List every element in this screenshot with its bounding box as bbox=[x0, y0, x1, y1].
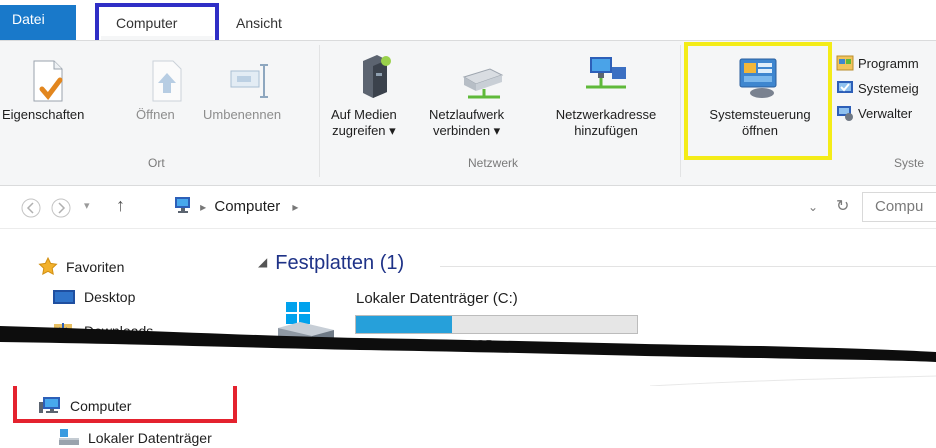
address-bar[interactable]: ▸ Computer ▸ bbox=[172, 195, 822, 221]
nav-item-desktop[interactable]: Desktop bbox=[52, 289, 135, 305]
properties-button[interactable]: Eigenschaften bbox=[2, 107, 84, 123]
computer-icon bbox=[175, 197, 190, 213]
forward-button[interactable] bbox=[50, 197, 72, 223]
map-drive-label-line2: verbinden ▾ bbox=[432, 123, 501, 138]
properties-label: Eigenschaften bbox=[2, 107, 85, 122]
forward-arrow-icon bbox=[51, 198, 71, 218]
refresh-icon[interactable]: ↻ bbox=[836, 195, 849, 219]
group-label-system: Syste bbox=[894, 156, 925, 170]
group-label-netzwerk: Netzwerk bbox=[468, 156, 519, 170]
tab-datei[interactable]: Datei bbox=[0, 4, 76, 40]
hard-drive-icon bbox=[59, 429, 79, 445]
map-network-drive-button[interactable]: Netzlaufwerk verbinden ▾ bbox=[429, 107, 504, 139]
tab-ansicht[interactable]: Ansicht bbox=[236, 10, 282, 36]
rename-icon bbox=[228, 61, 274, 105]
programs-label: Programm bbox=[858, 56, 919, 71]
add-location-label-line1: Netzwerkadresse bbox=[555, 107, 657, 122]
navigation-bar: ▾ ↑ ▸ Computer ▸ ⌄ ↻ Compu bbox=[0, 187, 936, 229]
breadcrumb-separator-icon: ▸ bbox=[200, 200, 207, 214]
desktop-icon bbox=[53, 290, 75, 304]
add-location-label-line2: hinzufügen bbox=[574, 123, 638, 138]
collapse-arrow-icon[interactable]: ◢ bbox=[258, 255, 267, 269]
group-label-ort: Ort bbox=[148, 156, 165, 170]
system-properties-label: Systemeig bbox=[858, 81, 919, 96]
media-label-line1: Auf Medien bbox=[331, 107, 397, 122]
network-location-icon bbox=[582, 53, 630, 103]
map-drive-label-line1: Netzlaufwerk bbox=[429, 107, 505, 122]
search-box[interactable]: Compu bbox=[862, 192, 936, 222]
programs-icon bbox=[836, 55, 854, 71]
explorer-window: Datei Computer Ansicht Eigenschaften Öff… bbox=[0, 0, 936, 448]
manage-label: Verwalter bbox=[858, 106, 913, 121]
nav-label-desktop: Desktop bbox=[84, 289, 136, 305]
drive-c-name[interactable]: Lokaler Datenträger (C:) bbox=[356, 290, 518, 307]
recent-locations-button[interactable]: ▾ bbox=[84, 199, 90, 212]
media-server-icon bbox=[357, 51, 395, 105]
breadcrumb-computer[interactable]: Computer bbox=[214, 198, 280, 215]
highlight-box-control-panel bbox=[684, 42, 832, 160]
rename-button[interactable]: Umbenennen bbox=[203, 107, 281, 123]
section-divider bbox=[440, 266, 936, 267]
system-properties-icon bbox=[837, 81, 853, 93]
address-history-dropdown[interactable]: ⌄ bbox=[808, 195, 818, 219]
nav-item-favorites[interactable]: Favoriten bbox=[38, 257, 124, 275]
nav-item-local-disk[interactable]: Lokaler Datenträger bbox=[58, 428, 212, 446]
highlight-box-computer-tab bbox=[95, 3, 219, 45]
nav-label-local-disk: Lokaler Datenträger bbox=[88, 430, 212, 446]
media-label-line2: zugreifen ▾ bbox=[332, 123, 396, 138]
add-network-location-button[interactable]: Netzwerkadresse hinzufügen bbox=[538, 107, 674, 139]
torn-edge-overlay bbox=[0, 326, 936, 386]
back-arrow-icon bbox=[21, 198, 41, 218]
open-button[interactable]: Öffnen bbox=[136, 107, 175, 123]
highlight-box-computer-nav bbox=[13, 381, 237, 423]
group-separator bbox=[319, 45, 320, 177]
breadcrumb-chevron-icon[interactable]: ▸ bbox=[292, 200, 298, 214]
system-properties-button[interactable]: Systemeig bbox=[836, 80, 919, 96]
section-title-label: Festplatten (1) bbox=[275, 252, 405, 274]
rename-label: Umbenennen bbox=[203, 107, 282, 122]
programs-button[interactable]: Programm bbox=[836, 55, 919, 71]
manage-button[interactable]: Verwalter bbox=[836, 105, 912, 121]
media-access-button[interactable]: Auf Medien zugreifen ▾ bbox=[331, 107, 397, 139]
group-separator bbox=[680, 45, 681, 177]
star-icon bbox=[38, 257, 58, 275]
open-icon bbox=[150, 59, 184, 107]
network-drive-icon bbox=[458, 63, 506, 107]
up-button[interactable]: ↑ bbox=[116, 195, 125, 216]
back-button[interactable] bbox=[20, 197, 42, 223]
nav-label-favorites: Favoriten bbox=[66, 259, 125, 275]
open-label: Öffnen bbox=[136, 107, 175, 122]
properties-icon bbox=[20, 59, 76, 102]
section-header-drives[interactable]: ◢ Festplatten (1) bbox=[258, 252, 404, 275]
manage-icon bbox=[837, 106, 853, 121]
